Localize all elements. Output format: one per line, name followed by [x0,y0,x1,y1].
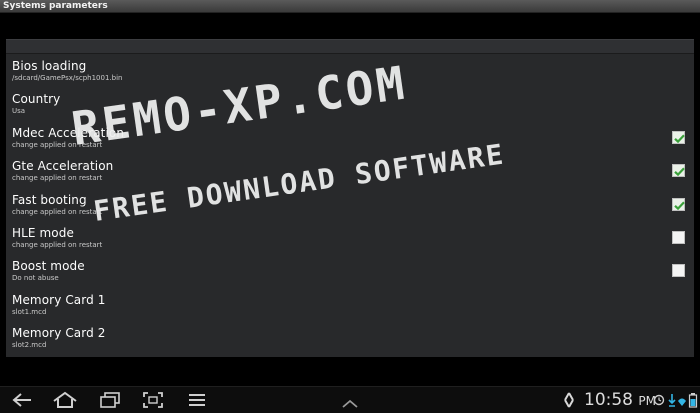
window-title: Systems parameters [3,1,108,11]
alarm-icon [653,394,665,406]
checkmark-icon [674,201,685,210]
chevron-up-icon[interactable] [340,395,360,413]
setting-gte-acceleration[interactable]: Gte Acceleration change applied on resta… [6,154,694,187]
download-icon [668,394,676,407]
system-navbar: 10:58 PM [0,386,700,413]
menu-icon[interactable] [187,391,207,409]
setting-label: Mdec Acceleration [12,125,125,140]
setting-memory-card-1[interactable]: Memory Card 1 slot1.mcd [6,288,694,321]
setting-summary: slot2.mcd [12,341,47,350]
panel-header [6,40,694,54]
setting-fast-booting[interactable]: Fast booting change applied on restart [6,188,694,221]
battery-icon [688,393,698,408]
back-icon[interactable] [10,391,34,409]
setting-hle-mode[interactable]: HLE mode change applied on restart [6,221,694,254]
mdec-acceleration-checkbox[interactable] [672,130,685,144]
status-clock[interactable]: 10:58 PM [584,389,656,412]
screenshot-icon[interactable] [142,391,164,409]
setting-summary: change applied on restart [12,174,103,183]
setting-label: Gte Acceleration [12,159,114,174]
setting-label: Bios loading [12,59,87,73]
setting-label: Boost mode [12,259,85,274]
recycle-icon[interactable] [560,391,578,409]
home-icon[interactable] [52,391,78,409]
setting-label: HLE mode [12,225,74,240]
setting-summary: /sdcard/GamePsx/scph1001.bin [12,74,123,82]
clock-time: 10:58 [584,390,633,410]
setting-summary: change applied on restart [12,207,103,216]
setting-label: Fast booting [12,192,87,207]
boost-mode-checkbox[interactable] [672,264,685,278]
fast-booting-checkbox[interactable] [672,197,685,211]
setting-label: Country [12,92,61,107]
setting-label: Memory Card 2 [12,326,106,341]
gte-acceleration-checkbox[interactable] [672,164,685,178]
setting-summary: slot1.mcd [12,307,47,316]
bottom-spacer [0,357,700,386]
setting-summary: change applied on restart [12,240,103,249]
settings-list: Bios loading /sdcard/GamePsx/scph1001.bi… [6,54,694,355]
top-spacer [0,13,700,39]
settings-panel: Bios loading /sdcard/GamePsx/scph1001.bi… [6,39,694,358]
window-titlebar: Systems parameters [0,0,700,13]
setting-bios-loading[interactable]: Bios loading /sdcard/GamePsx/scph1001.bi… [6,54,694,87]
setting-boost-mode[interactable]: Boost mode Do not abuse [6,254,694,287]
setting-label: Memory Card 1 [12,292,106,307]
hle-mode-checkbox[interactable] [672,230,685,244]
setting-summary: Do not abuse [12,274,59,283]
setting-country[interactable]: Country Usa [6,87,694,120]
setting-mdec-acceleration[interactable]: Mdec Acceleration change applied on rest… [6,121,694,154]
setting-memory-card-2[interactable]: Memory Card 2 slot2.mcd [6,321,694,354]
wifi-icon [678,398,686,406]
recent-apps-icon[interactable] [98,391,122,409]
checkmark-icon [674,134,685,143]
setting-summary: Usa [12,107,26,116]
setting-summary: change applied on restart [12,140,103,149]
checkmark-icon [674,167,685,177]
